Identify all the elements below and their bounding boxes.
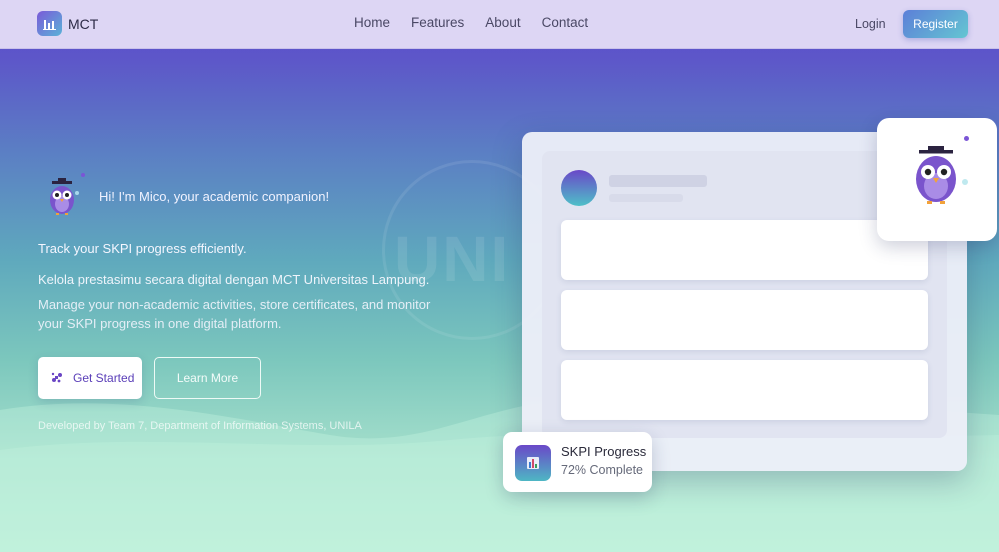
- mockup-row: [561, 360, 928, 420]
- credit-text: Developed by Team 7, Department of Infor…: [38, 420, 362, 432]
- hero-subtitle-id: Kelola prestasimu secara digital dengan …: [38, 272, 430, 287]
- learn-more-button[interactable]: Learn More: [154, 357, 261, 399]
- nav-features[interactable]: Features: [411, 15, 464, 30]
- mockup-row: [561, 220, 928, 280]
- brand-logo[interactable]: MCT: [37, 11, 98, 36]
- decor-dot: [962, 179, 968, 185]
- mockup-row: [561, 290, 928, 350]
- owl-mascot-icon: [916, 146, 956, 204]
- mockup-placeholder-line: [609, 175, 707, 187]
- mockup-placeholder-line: [609, 194, 683, 202]
- register-button[interactable]: Register: [903, 10, 968, 38]
- get-started-button[interactable]: Get Started: [38, 357, 142, 399]
- brand-name: MCT: [68, 15, 99, 32]
- top-navbar: MCT Home Features About Contact Login Re…: [0, 0, 999, 49]
- skpi-progress-title: SKPI Progress: [561, 444, 647, 459]
- hero-tagline: Track your SKPI progress efficiently.: [38, 241, 247, 256]
- skpi-progress-status: 72% Complete: [561, 463, 643, 477]
- main-nav: Home Features About Contact: [354, 15, 609, 30]
- bar-chart-icon: [37, 11, 62, 36]
- mockup-avatar: [561, 170, 597, 206]
- bar-chart-icon: [515, 445, 551, 481]
- sparkles-icon: [51, 372, 62, 383]
- nav-contact[interactable]: Contact: [542, 15, 589, 30]
- mascot-greeting: Hi! I'm Mico, your academic companion!: [99, 189, 330, 204]
- decor-dot: [964, 136, 969, 141]
- nav-about[interactable]: About: [485, 15, 520, 30]
- get-started-label: Get Started: [73, 371, 135, 385]
- hero-subtitle-en: Manage your non-academic activities, sto…: [38, 297, 431, 331]
- nav-home[interactable]: Home: [354, 15, 390, 30]
- owl-mascot-icon: [50, 173, 85, 215]
- login-link[interactable]: Login: [855, 17, 886, 31]
